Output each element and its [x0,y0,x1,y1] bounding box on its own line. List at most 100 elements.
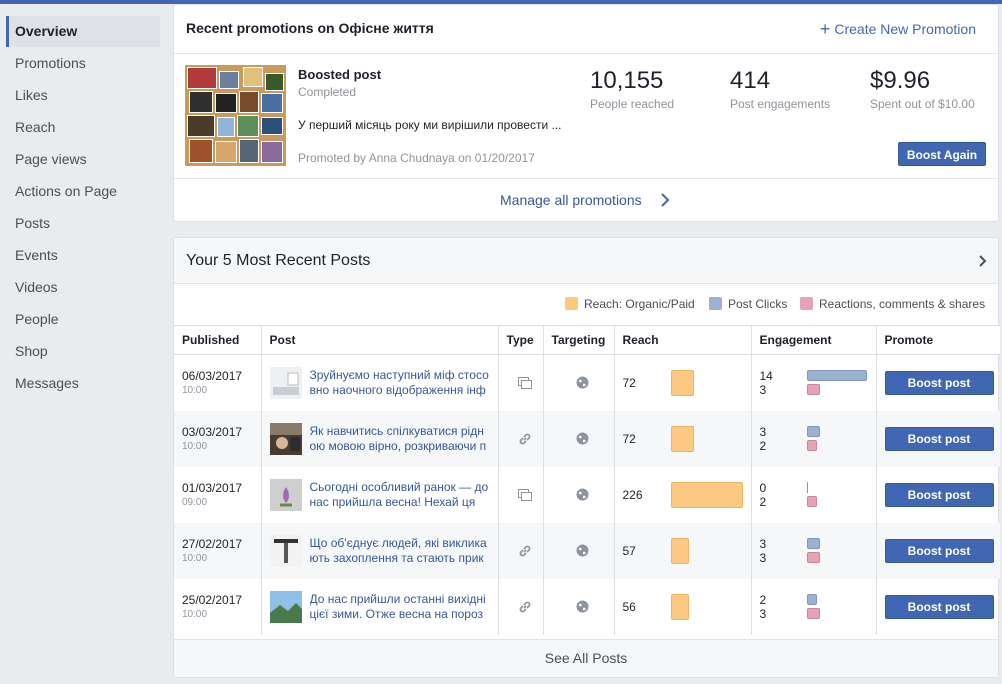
reactions-bar [806,384,820,395]
column-header-post[interactable]: Post [260,325,499,355]
post-clicks-value: 14 [759,369,773,383]
sidebar-item-videos[interactable]: Videos [6,272,160,303]
stat-post-engagements: 414 Post engagements [730,67,830,111]
published-date: 03/03/2017 [182,425,243,439]
divider [174,178,998,179]
published-time: 10:00 [182,441,208,452]
post-thumbnail[interactable] [269,367,302,399]
reach-bar [670,593,689,620]
sidebar-item-people[interactable]: People [6,304,160,335]
reactions-bar [806,439,817,451]
post-clicks-bar [806,537,820,549]
boost-post-button[interactable]: Boost post [884,370,994,395]
published-time: 10:00 [182,553,208,564]
reach-value: 72 [622,431,636,446]
post-thumbnail[interactable] [269,478,302,511]
targeting-cell [542,578,615,635]
boost-post-button[interactable]: Boost post [884,594,994,619]
legend-post-clicks: Post Clicks [709,297,787,311]
sidebar-item-actions-on-page[interactable]: Actions on Page [6,176,160,207]
table-row: 03/03/2017 10:00 Як навчитись спілкуватися… [174,410,1000,467]
post-clicks-value: 3 [759,536,767,551]
published-cell: 01/03/2017 09:00 [174,466,262,523]
sidebar-item-page-views[interactable]: Page views [6,144,160,175]
column-header-engagement[interactable]: Engagement [750,325,877,355]
reactions-value: 3 [759,383,767,397]
targeting-cell [542,466,615,523]
boost-again-button[interactable]: Boost Again [898,142,986,166]
engagement-cell: 14 3 [750,354,877,411]
legend-reactions: Reactions, comments & shares [800,297,985,311]
post-clicks-bar [806,593,817,605]
sidebar-item-events[interactable]: Events [6,240,160,271]
sidebar-item-promotions[interactable]: Promotions [6,48,160,79]
column-header-reach[interactable]: Reach [613,325,752,355]
sidebar-item-likes[interactable]: Likes [6,80,160,111]
targeting-cell [542,410,615,467]
sidebar-item-messages[interactable]: Messages [6,368,160,399]
legend-label: Reactions, comments & shares [819,297,986,311]
table-row: 06/03/2017 10:00 Зруйнуємо наступний міф с… [174,354,1000,411]
see-all-posts-link[interactable]: See All Posts [174,639,998,677]
column-header-type[interactable]: Type [497,325,544,355]
promote-cell: Boost post [875,466,1000,523]
create-promotion-link[interactable]: + Create New Promotion [820,19,976,40]
promote-cell: Boost post [875,578,1000,635]
reach-value: 57 [622,543,636,558]
post-text-link[interactable]: До нас прийшли останні вихідні цієї зими… [310,592,490,624]
stat-label: People reached [590,97,675,111]
stat-value: 414 [730,67,771,94]
globe-icon [576,544,589,557]
post-cell: Сьогодні особливий ранок — до нас прийшл… [260,466,499,523]
reactions-value: 3 [759,606,767,621]
globe-icon [576,376,589,389]
reach-value: 226 [622,487,643,502]
link-icon [519,601,530,612]
targeting-cell [542,354,615,411]
sidebar-item-posts[interactable]: Posts [6,208,160,239]
recent-promotions-card: Recent promotions on Офісне життя + Creat… [173,4,999,222]
globe-icon [576,432,589,445]
column-header-published[interactable]: Published [174,325,262,355]
table-row: 01/03/2017 09:00 Сьогодні особливий ранок … [174,466,1000,523]
column-header-targeting[interactable]: Targeting [542,325,615,355]
boosted-post-thumbnail[interactable] [185,65,286,166]
column-header-promote[interactable]: Promote [875,325,1000,355]
sidebar-nav: Overview Promotions Likes Reach Page views Ac… [0,4,172,684]
post-text-link[interactable]: Зруйнуємо наступний міф стосовно наочног… [310,368,490,400]
post-text-link[interactable]: Як навчитись спілкуватися рідною мовою в… [310,424,490,456]
reach-cell: 57 [613,522,752,579]
post-thumbnail[interactable] [269,534,302,567]
recent-posts-header[interactable]: Your 5 Most Recent Posts [174,238,998,284]
published-time: 10:00 [182,385,208,397]
manage-promotions-link[interactable]: Manage all promotions [500,192,642,208]
reactions-bar [806,495,817,507]
reach-cell: 226 [613,466,752,523]
reach-bar [670,425,694,452]
post-text-link[interactable]: Сьогодні особливий ранок — до нас прийшл… [310,480,490,512]
legend-swatch [800,297,813,310]
sidebar-item-shop[interactable]: Shop [6,336,160,367]
reach-value: 56 [622,599,636,614]
boost-post-button[interactable]: Boost post [884,538,994,563]
boost-post-button[interactable]: Boost post [884,426,994,451]
sidebar-item-reach[interactable]: Reach [6,112,160,143]
post-thumbnail[interactable] [269,590,302,623]
type-cell [497,578,544,635]
targeting-cell [542,522,615,579]
post-thumbnail[interactable] [269,422,302,455]
chevron-right-icon[interactable] [658,192,672,208]
chevron-right-icon[interactable] [978,254,988,268]
type-cell [497,522,544,579]
sidebar-item-overview[interactable]: Overview [6,16,160,47]
legend-reach: Reach: Organic/Paid [565,297,695,311]
recent-posts-card: Your 5 Most Recent Posts Reach: Organic/… [173,237,1000,678]
published-cell: 25/02/2017 10:00 [174,578,262,635]
reactions-value: 3 [759,550,767,565]
reactions-value: 2 [759,494,767,509]
post-cell: Що об'єднує людей, які викликають захопл… [260,522,499,579]
reach-bar [670,370,694,396]
reach-cell: 72 [613,410,752,467]
post-text-link[interactable]: Що об'єднує людей, які викликають захопл… [310,536,490,568]
boost-post-button[interactable]: Boost post [884,482,994,507]
